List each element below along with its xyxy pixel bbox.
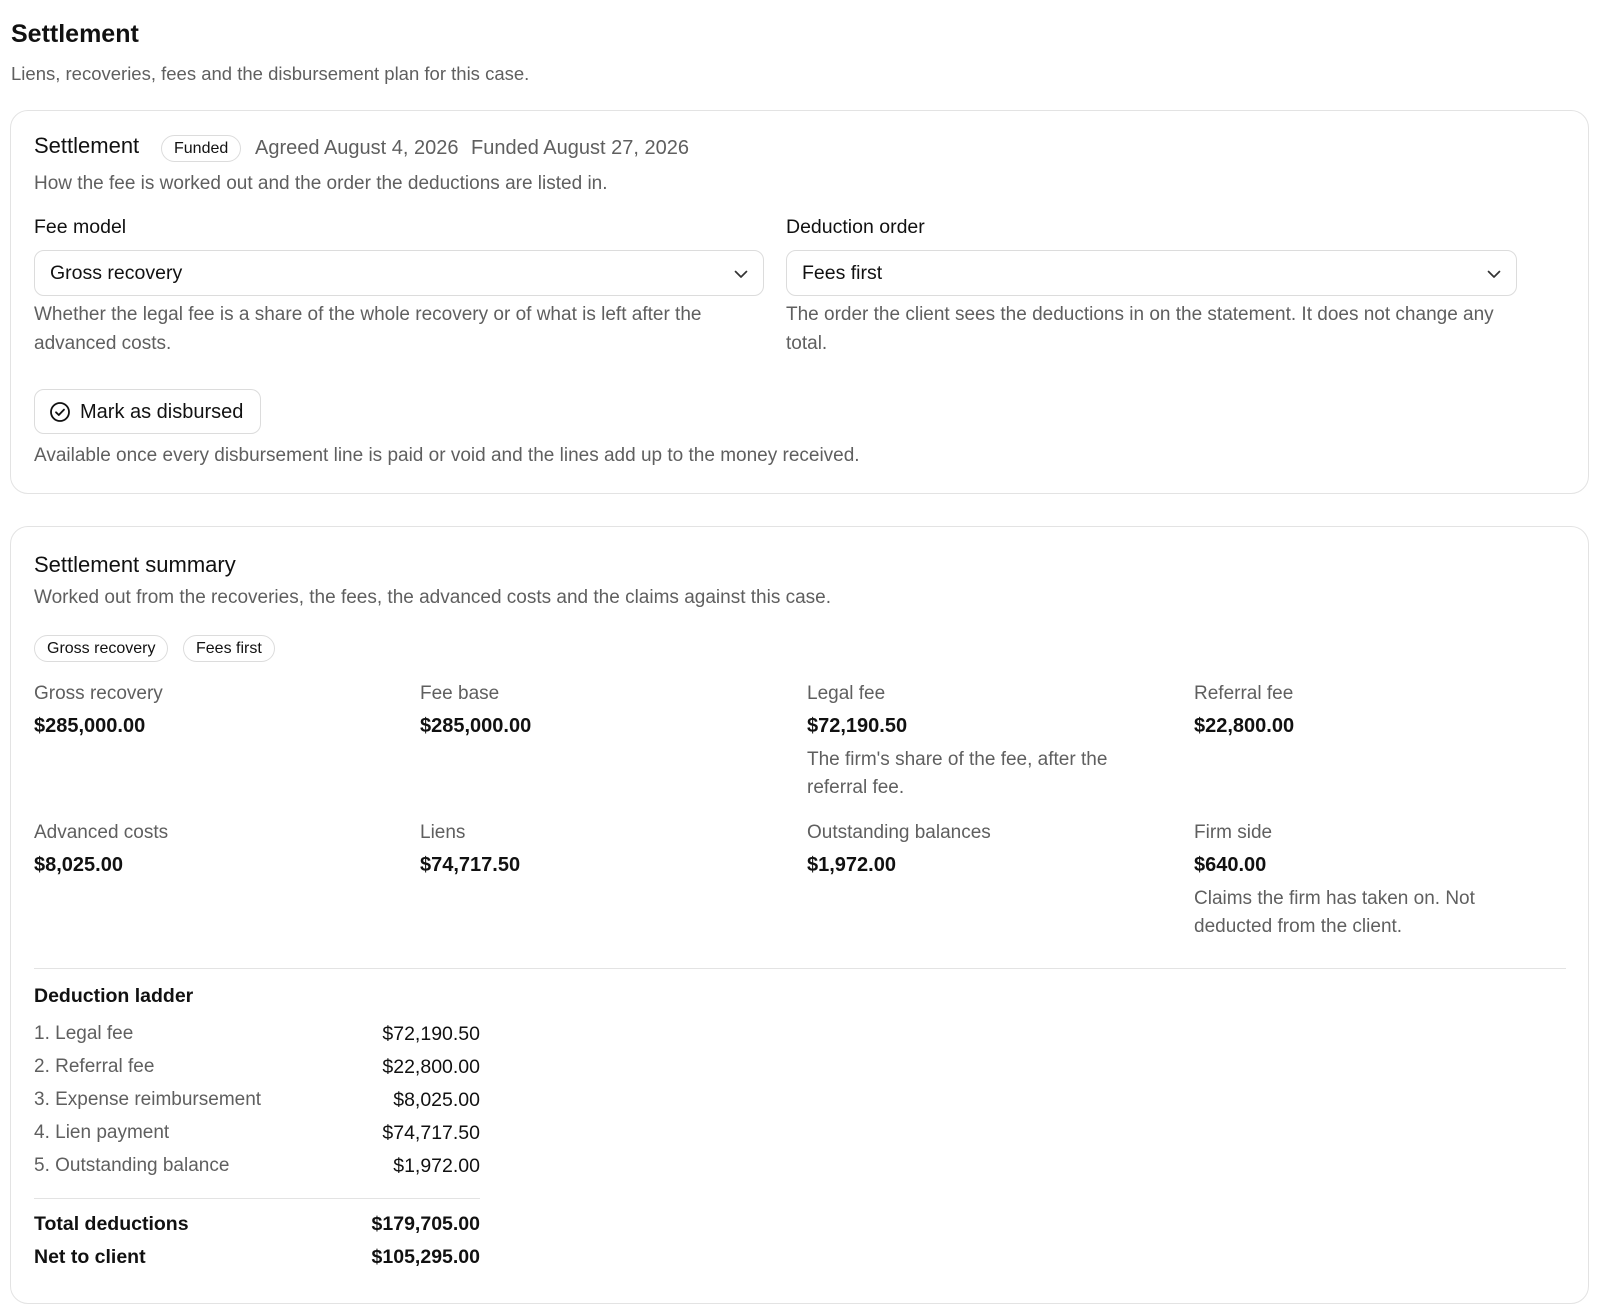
settlement-page: Settlement Liens, recoveries, fees and t… bbox=[0, 0, 1600, 1308]
deduction-ladder-title: Deduction ladder bbox=[34, 985, 194, 1007]
ladder-divider bbox=[34, 1198, 480, 1199]
ladder-row-label: 5. Outstanding balance bbox=[34, 1155, 230, 1176]
metric-value-firm-side: $640.00 bbox=[1194, 854, 1267, 876]
metric-label-firm-side: Firm side bbox=[1194, 822, 1273, 843]
ladder-row: 2. Referral fee $22,800.00 bbox=[34, 1053, 480, 1086]
page-title: Settlement bbox=[11, 20, 139, 48]
net-to-client-value: $105,295.00 bbox=[371, 1246, 480, 1268]
metric-label-outstanding-balances: Outstanding balances bbox=[807, 822, 991, 843]
deduction-order-label: Deduction order bbox=[786, 216, 925, 238]
total-deductions-row: Total deductions $179,705.00 bbox=[34, 1210, 480, 1243]
metric-label-gross-recovery: Gross recovery bbox=[34, 683, 163, 704]
fee-model-label: Fee model bbox=[34, 216, 127, 238]
ladder-row: 4. Lien payment $74,717.50 bbox=[34, 1119, 480, 1152]
ladder-row-label: 3. Expense reimbursement bbox=[34, 1089, 262, 1110]
ladder-row-value: $22,800.00 bbox=[382, 1056, 480, 1078]
ladder-row-value: $72,190.50 bbox=[382, 1023, 480, 1045]
metric-value-referral-fee: $22,800.00 bbox=[1194, 715, 1295, 737]
mark-as-disbursed-label: Mark as disbursed bbox=[80, 401, 244, 423]
metric-value-fee-base: $285,000.00 bbox=[420, 715, 532, 737]
metric-note-firm-side: Claims the firm has taken on. Not deduct… bbox=[1194, 888, 1475, 937]
summary-description: Worked out from the recoveries, the fees… bbox=[34, 587, 832, 608]
total-deductions-label: Total deductions bbox=[34, 1213, 189, 1235]
settlement-card-description: How the fee is worked out and the order … bbox=[34, 173, 608, 194]
net-to-client-row: Net to client $105,295.00 bbox=[34, 1243, 480, 1276]
metric-value-gross-recovery: $285,000.00 bbox=[34, 715, 146, 737]
check-circle-icon bbox=[50, 402, 70, 422]
metric-label-advanced-costs: Advanced costs bbox=[34, 822, 169, 843]
fee-model-chip: Gross recovery bbox=[34, 635, 169, 662]
mark-as-disbursed-button[interactable]: Mark as disbursed bbox=[34, 389, 261, 434]
ladder-row-label: 2. Referral fee bbox=[34, 1056, 155, 1077]
ladder-row-value: $1,972.00 bbox=[393, 1155, 480, 1177]
deduction-order-value: Fees first bbox=[802, 262, 883, 284]
metric-note-legal-fee: The firm's share of the fee, after the r… bbox=[807, 749, 1108, 798]
chevron-down-icon bbox=[1487, 270, 1501, 278]
settlement-card-title: Settlement bbox=[34, 133, 140, 158]
summary-divider bbox=[34, 968, 1566, 969]
deduction-order-select[interactable]: Fees first bbox=[786, 250, 1517, 296]
metric-value-outstanding-balances: $1,972.00 bbox=[807, 854, 896, 876]
ladder-row: 5. Outstanding balance $1,972.00 bbox=[34, 1152, 480, 1185]
total-deductions-value: $179,705.00 bbox=[371, 1213, 480, 1235]
page-subtitle: Liens, recoveries, fees and the disburse… bbox=[11, 63, 530, 84]
deduction-order-chip: Fees first bbox=[183, 635, 275, 662]
deduction-ladder: 1. Legal fee $72,190.50 2. Referral fee … bbox=[34, 1020, 480, 1276]
metric-label-referral-fee: Referral fee bbox=[1194, 683, 1294, 704]
fee-model-value: Gross recovery bbox=[50, 262, 183, 284]
ladder-row: 1. Legal fee $72,190.50 bbox=[34, 1020, 480, 1053]
status-badge: Funded bbox=[161, 135, 242, 162]
metric-label-liens: Liens bbox=[420, 822, 466, 843]
ladder-row-label: 1. Legal fee bbox=[34, 1023, 134, 1044]
metric-value-legal-fee: $72,190.50 bbox=[807, 715, 908, 737]
settlement-summary-card: Settlement summary Worked out from the r… bbox=[10, 526, 1589, 1304]
settlement-card: Settlement Funded Agreed August 4, 2026 … bbox=[10, 110, 1589, 494]
agreed-date: Agreed August 4, 2026 bbox=[255, 137, 459, 159]
ladder-row-value: $8,025.00 bbox=[393, 1089, 480, 1111]
metric-label-fee-base: Fee base bbox=[420, 683, 500, 704]
metric-value-liens: $74,717.50 bbox=[420, 854, 521, 876]
fee-model-select[interactable]: Gross recovery bbox=[34, 250, 764, 296]
fee-model-hint: Whether the legal fee is a share of the … bbox=[34, 304, 702, 354]
ladder-row: 3. Expense reimbursement $8,025.00 bbox=[34, 1086, 480, 1119]
deduction-order-hint: The order the client sees the deductions… bbox=[786, 304, 1494, 354]
summary-title: Settlement summary bbox=[34, 552, 236, 577]
ladder-row-value: $74,717.50 bbox=[382, 1122, 480, 1144]
chevron-down-icon bbox=[734, 270, 748, 278]
funded-date: Funded August 27, 2026 bbox=[471, 137, 689, 159]
metric-value-advanced-costs: $8,025.00 bbox=[34, 854, 123, 876]
net-to-client-label: Net to client bbox=[34, 1246, 146, 1268]
disbursed-availability-note: Available once every disbursement line i… bbox=[34, 445, 860, 466]
ladder-row-label: 4. Lien payment bbox=[34, 1122, 170, 1143]
metric-label-legal-fee: Legal fee bbox=[807, 683, 886, 704]
